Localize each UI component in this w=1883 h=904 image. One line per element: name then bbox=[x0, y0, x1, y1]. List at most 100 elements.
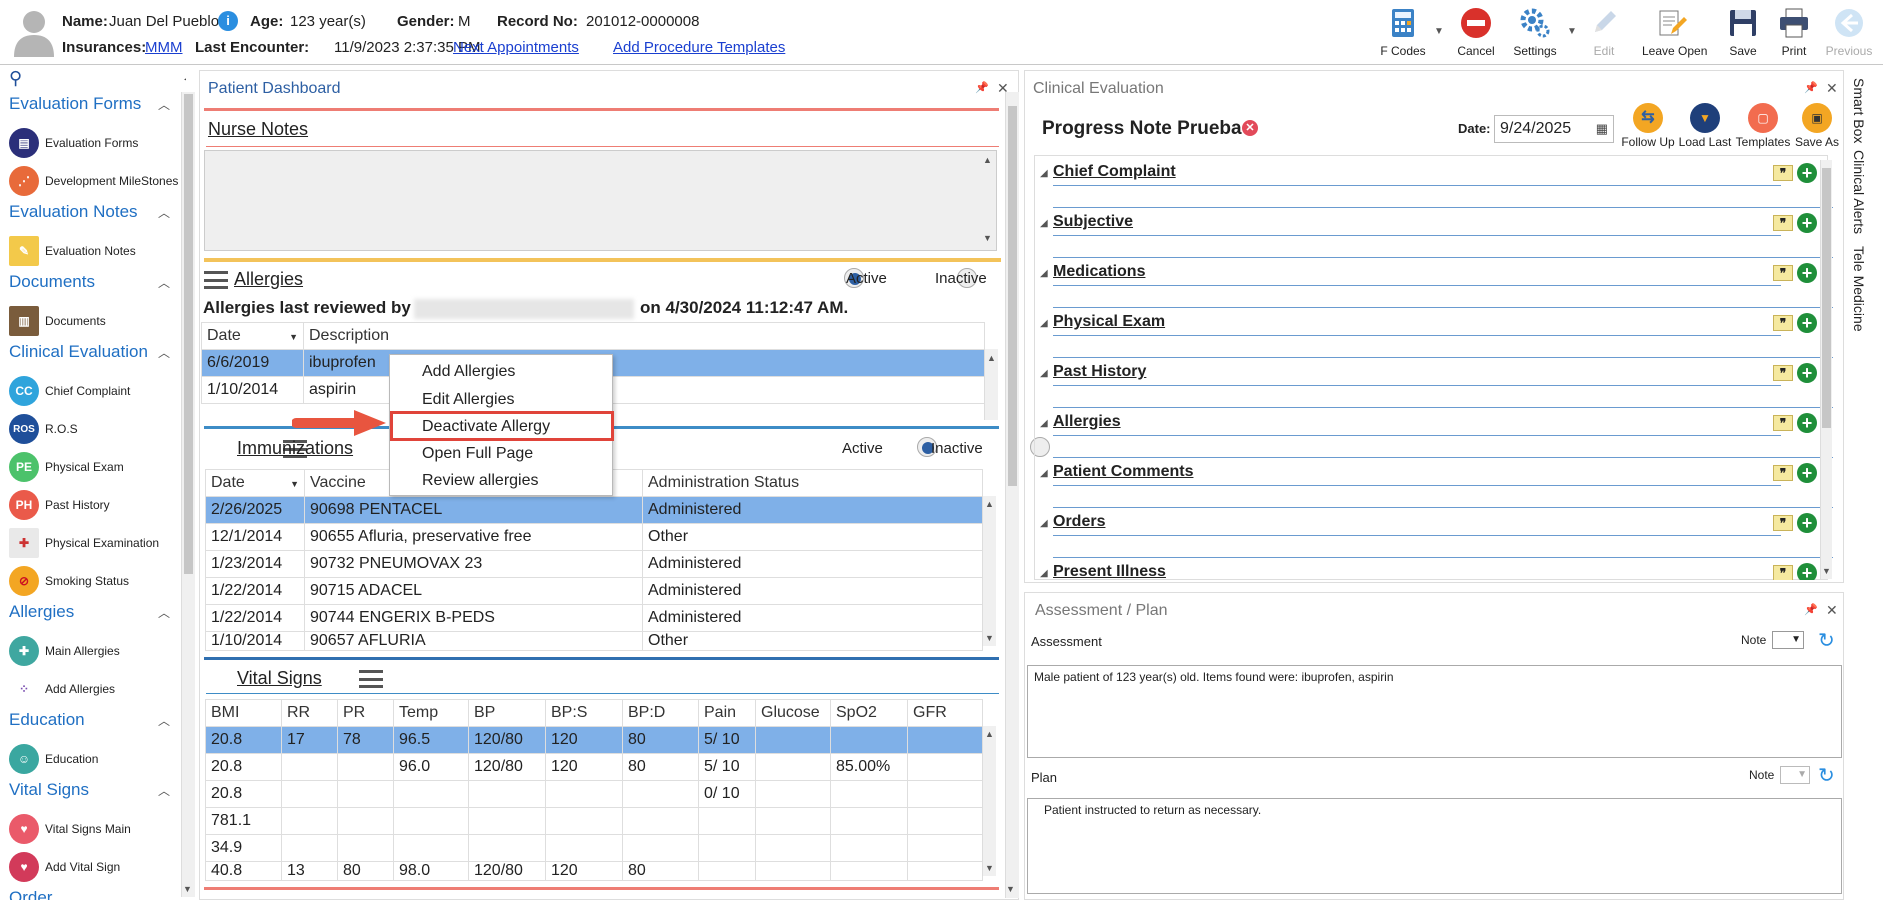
column-header-description[interactable]: Description bbox=[303, 322, 985, 350]
menu-item-review-allergies[interactable]: Review allergies bbox=[422, 472, 539, 490]
quote-icon[interactable]: ❞ bbox=[1773, 165, 1793, 181]
sidebar-item-education[interactable]: ☺ Education bbox=[9, 743, 98, 775]
edit-button[interactable]: Edit bbox=[1574, 6, 1634, 62]
sidebar-item-chief-complaint[interactable]: CC Chief Complaint bbox=[9, 375, 130, 407]
menu-item-edit-allergies[interactable]: Edit Allergies bbox=[422, 391, 515, 409]
table-row[interactable]: 1/22/2014 90715 ADACEL Administered bbox=[205, 577, 983, 605]
sidebar-scroll-down-icon[interactable]: ▼ bbox=[183, 884, 192, 894]
settings-button[interactable]: Settings bbox=[1505, 6, 1565, 62]
section-allergies[interactable]: ◢ Allergies ❞ + bbox=[1040, 410, 1833, 460]
assessment-textbox[interactable]: Male patient of 123 year(s) old. Items f… bbox=[1027, 665, 1842, 758]
sidebar-item-evaluation-forms[interactable]: ▤ Evaluation Forms bbox=[9, 127, 138, 159]
section-chief-complaint[interactable]: ◢ Chief Complaint ❞ + bbox=[1040, 160, 1833, 210]
menu-icon[interactable] bbox=[359, 670, 384, 688]
expand-icon[interactable]: ◢ bbox=[1040, 518, 1048, 529]
category-vital-signs[interactable]: Vital Signs bbox=[9, 780, 89, 800]
section-label[interactable]: Present Illness bbox=[1053, 563, 1166, 580]
category-clinical-evaluation[interactable]: Clinical Evaluation bbox=[9, 342, 148, 362]
scroll-down-icon[interactable]: ▼ bbox=[1006, 884, 1015, 894]
menu-item-open-full-page[interactable]: Open Full Page bbox=[422, 445, 533, 463]
cancel-button[interactable]: Cancel bbox=[1446, 6, 1506, 62]
vital-signs-scrollbar[interactable] bbox=[982, 726, 996, 876]
section-label[interactable]: Medications bbox=[1053, 263, 1145, 281]
refresh-icon[interactable]: ↻ bbox=[1818, 763, 1835, 788]
section-subjective[interactable]: ◢ Subjective ❞ + bbox=[1040, 210, 1833, 260]
table-row[interactable]: 20.8 17 78 96.5 120/80 120 80 5/ 10 bbox=[205, 726, 983, 754]
column-header-pr[interactable]: PR bbox=[337, 699, 394, 727]
expand-icon[interactable]: ◢ bbox=[1040, 268, 1048, 279]
expand-icon[interactable]: ◢ bbox=[1040, 318, 1048, 329]
chevron-up-icon[interactable]: ︿ bbox=[158, 782, 170, 799]
insurance-link[interactable]: MMM bbox=[145, 39, 183, 56]
add-icon[interactable]: + bbox=[1797, 513, 1817, 533]
menu-item-deactivate-allergy[interactable]: Deactivate Allergy bbox=[422, 418, 550, 436]
column-header-pain[interactable]: Pain bbox=[698, 699, 756, 727]
note-template-dropdown[interactable]: ▼ bbox=[1780, 766, 1810, 784]
scroll-up-icon[interactable]: ▲ bbox=[987, 353, 996, 363]
section-orders[interactable]: ◢ Orders ❞ + bbox=[1040, 510, 1833, 560]
category-education[interactable]: Education bbox=[9, 710, 85, 730]
immunizations-scrollbar[interactable] bbox=[982, 496, 996, 646]
column-header-bp-d[interactable]: BP:D bbox=[622, 699, 699, 727]
scroll-down-icon[interactable]: ▼ bbox=[985, 633, 994, 643]
add-icon[interactable]: + bbox=[1797, 163, 1817, 183]
table-row[interactable]: 20.8 96.0 120/80 120 80 5/ 10 85.00% bbox=[205, 753, 983, 781]
pin-icon[interactable]: 📌 bbox=[975, 81, 989, 94]
dashboard-scrollbar[interactable] bbox=[1005, 92, 1019, 898]
next-appointments-link[interactable]: Next Appointments bbox=[453, 39, 579, 56]
collapse-sidebar-icon[interactable]: ◀ bbox=[184, 74, 186, 85]
column-header-glucose[interactable]: Glucose bbox=[755, 699, 831, 727]
sections-scrollbar[interactable] bbox=[1820, 160, 1832, 579]
add-icon[interactable]: + bbox=[1797, 363, 1817, 383]
section-label[interactable]: Physical Exam bbox=[1053, 313, 1165, 331]
add-icon[interactable]: + bbox=[1797, 313, 1817, 333]
chevron-up-icon[interactable]: ︿ bbox=[158, 344, 170, 361]
sidebar-item-main-allergies[interactable]: ✚ Main Allergies bbox=[9, 635, 120, 667]
info-icon[interactable]: i bbox=[218, 11, 238, 31]
allergies-title[interactable]: Allergies bbox=[234, 269, 303, 290]
quote-icon[interactable]: ❞ bbox=[1773, 265, 1793, 281]
note-template-dropdown[interactable]: ▼ bbox=[1772, 631, 1804, 649]
search-icon[interactable]: ⚲ bbox=[9, 68, 22, 89]
quote-icon[interactable]: ❞ bbox=[1773, 565, 1793, 580]
leave-open-button[interactable]: Leave Open bbox=[1642, 6, 1707, 62]
quote-icon[interactable]: ❞ bbox=[1773, 365, 1793, 381]
tab-tele-medicine[interactable]: Tele Medicine bbox=[1851, 246, 1867, 332]
menu-item-add-allergies[interactable]: Add Allergies bbox=[422, 363, 515, 381]
column-header-spo2[interactable]: SpO2 bbox=[830, 699, 908, 727]
tab-smart-box[interactable]: Smart Box bbox=[1851, 78, 1867, 143]
expand-icon[interactable]: ◢ bbox=[1040, 468, 1048, 479]
expand-icon[interactable]: ◢ bbox=[1040, 418, 1048, 429]
section-label[interactable]: Past History bbox=[1053, 363, 1146, 381]
column-header-bp-s[interactable]: BP:S bbox=[545, 699, 623, 727]
menu-icon[interactable] bbox=[204, 271, 228, 289]
category-evaluation-forms[interactable]: Evaluation Forms bbox=[9, 94, 141, 114]
templates-button[interactable]: ▢ Templates bbox=[1735, 103, 1791, 149]
add-icon[interactable]: + bbox=[1797, 213, 1817, 233]
scroll-down-icon[interactable]: ▼ bbox=[1822, 566, 1831, 576]
add-icon[interactable]: + bbox=[1797, 413, 1817, 433]
pin-icon[interactable]: 📌 bbox=[1804, 603, 1818, 616]
column-header-gfr[interactable]: GFR bbox=[907, 699, 983, 727]
close-icon[interactable]: ✕ bbox=[1826, 80, 1838, 97]
table-row[interactable]: 781.1 bbox=[205, 807, 983, 835]
category-order[interactable]: Order bbox=[9, 888, 52, 900]
sidebar-item-ros[interactable]: ROS R.O.S bbox=[9, 413, 78, 445]
section-present-illness[interactable]: ◢ Present Illness ❞ + bbox=[1040, 560, 1820, 580]
quote-icon[interactable]: ❞ bbox=[1773, 515, 1793, 531]
chevron-up-icon[interactable]: ︿ bbox=[158, 604, 170, 621]
scroll-up-icon[interactable]: ▲ bbox=[983, 155, 992, 165]
quote-icon[interactable]: ❞ bbox=[1773, 465, 1793, 481]
add-icon[interactable]: + bbox=[1797, 563, 1817, 580]
section-label[interactable]: Subjective bbox=[1053, 213, 1133, 231]
category-documents[interactable]: Documents bbox=[9, 272, 95, 292]
category-allergies[interactable]: Allergies bbox=[9, 602, 74, 622]
section-physical-exam[interactable]: ◢ Physical Exam ❞ + bbox=[1040, 310, 1833, 360]
section-patient-comments[interactable]: ◢ Patient Comments ❞ + bbox=[1040, 460, 1833, 510]
previous-button[interactable]: Previous bbox=[1819, 6, 1879, 62]
quote-icon[interactable]: ❞ bbox=[1773, 215, 1793, 231]
table-row[interactable]: 1/23/2014 90732 PNEUMOVAX 23 Administered bbox=[205, 550, 983, 578]
sidebar-item-smoking-status[interactable]: ⊘ Smoking Status bbox=[9, 565, 129, 597]
tab-clinical-alerts[interactable]: Clinical Alerts bbox=[1851, 150, 1867, 234]
add-procedure-templates-link[interactable]: Add Procedure Templates bbox=[613, 39, 785, 56]
